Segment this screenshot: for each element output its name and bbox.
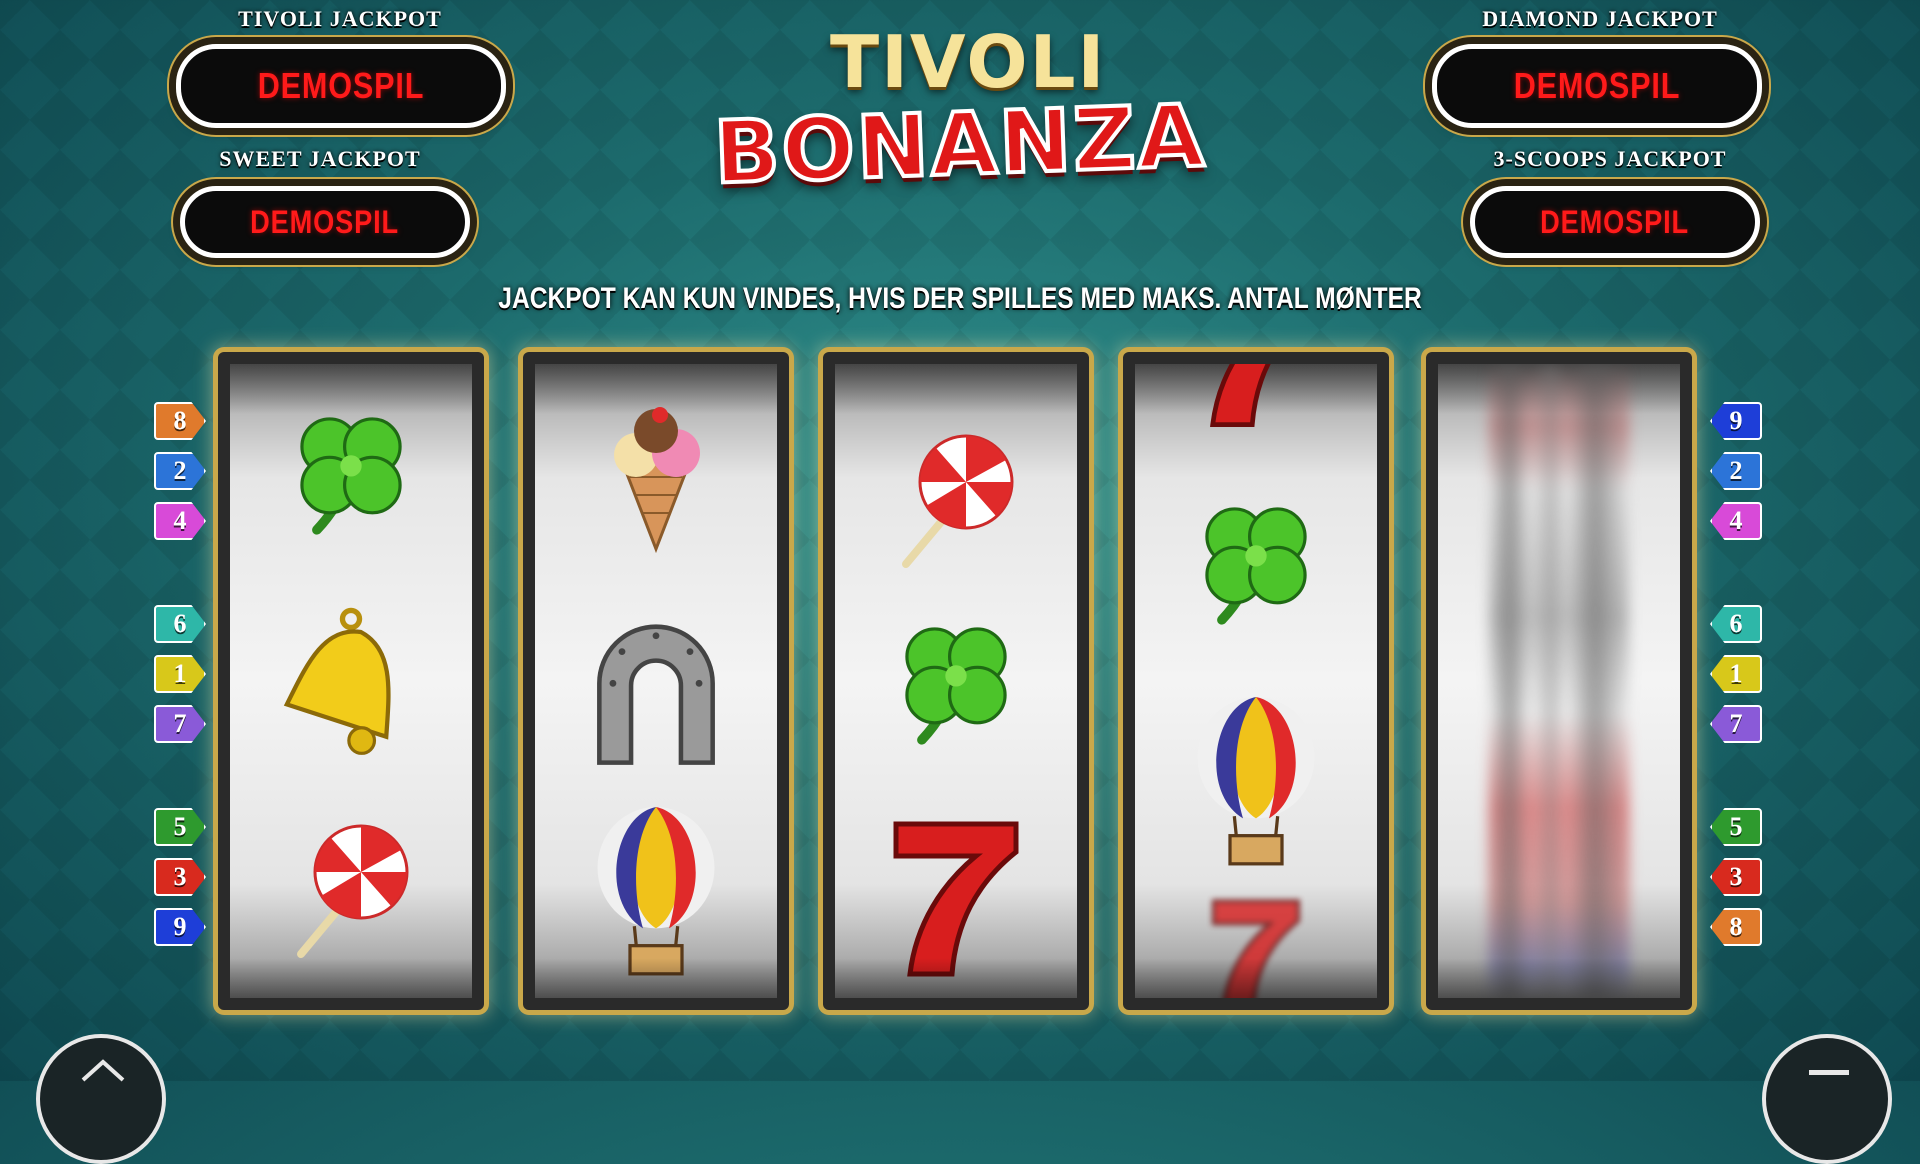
seven-icon [876,814,1036,984]
tivoli-jackpot-value: DEMOSPIL [257,65,425,106]
home-button[interactable] [36,1034,166,1164]
seven-icon [1211,899,1301,998]
sweet-jackpot-display: DEMOSPIL [180,186,470,258]
logo-bonanza: BONANZA [688,81,1232,210]
menu-button[interactable] [1762,1034,1892,1164]
diamond-jackpot-display: DEMOSPIL [1432,44,1762,128]
tivoli-jackpot-title: TIVOLI JACKPOT [238,6,442,31]
horseshoe-icon [576,604,736,774]
diamond-jackpot-title: DIAMOND JACKPOT [1482,6,1718,31]
sweet-jackpot-title: SWEET JACKPOT [219,146,421,171]
lollipop-icon [276,814,426,964]
scoops-jackpot-value: DEMOSPIL [1540,203,1690,240]
logo-bonanza-text: BONANZA [710,84,1209,205]
tivoli-jackpot-display: DEMOSPIL [176,44,506,128]
balloon-icon [1195,695,1317,866]
diamond-jackpot-value: DEMOSPIL [1513,65,1681,106]
reel-4 [1123,352,1389,1010]
clover-icon [886,614,1026,774]
reel-5-spinning [1426,352,1692,1010]
balloon-icon [595,805,717,976]
reel-1 [218,352,484,1010]
ice-cream-icon [612,405,702,551]
scoops-jackpot-title: 3-SCOOPS JACKPOT [1493,146,1727,171]
spinning-blur [1488,364,1630,998]
home-icon [81,1059,125,1082]
sweet-jackpot-value: DEMOSPIL [250,203,400,240]
scoops-jackpot-display: DEMOSPIL [1470,186,1760,258]
reel-2 [523,352,789,1010]
lollipop-icon [886,424,1026,574]
reel-3 [823,352,1089,1010]
bell-icon [276,604,426,764]
seven-icon [1186,364,1326,434]
jackpot-notice: JACKPOT KAN KUN VINDES, HVIS DER SPILLES… [498,282,1422,315]
menu-icon [1809,1070,1849,1075]
clover-icon [281,404,421,564]
clover-icon [1186,494,1326,654]
